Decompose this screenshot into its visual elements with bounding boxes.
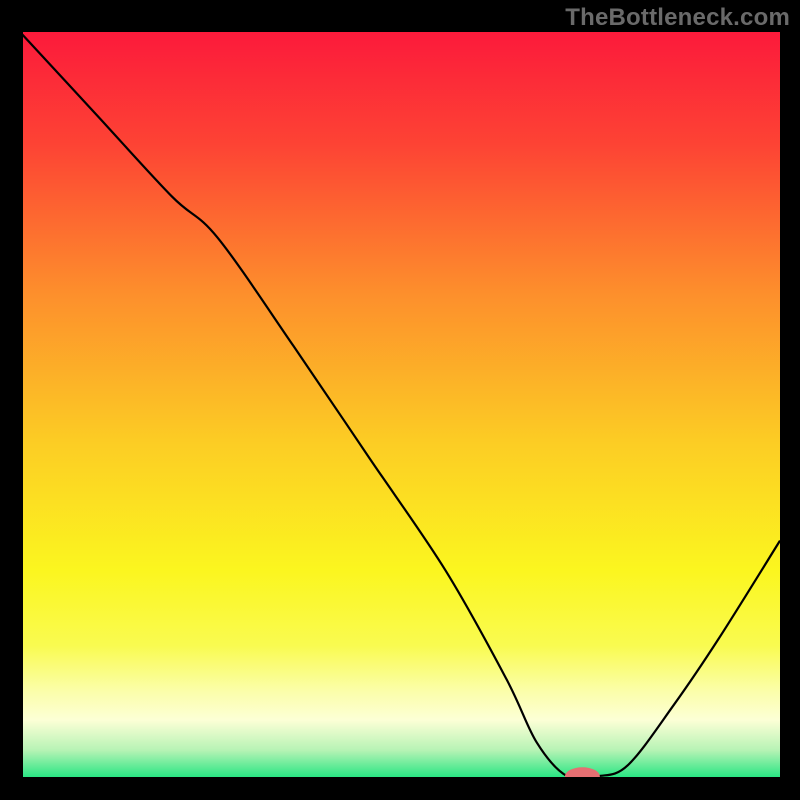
chart-frame: TheBottleneck.com <box>0 0 800 800</box>
chart-svg <box>20 32 780 780</box>
plot-area <box>20 32 780 780</box>
gradient-background <box>20 32 780 780</box>
watermark-label: TheBottleneck.com <box>565 4 790 32</box>
